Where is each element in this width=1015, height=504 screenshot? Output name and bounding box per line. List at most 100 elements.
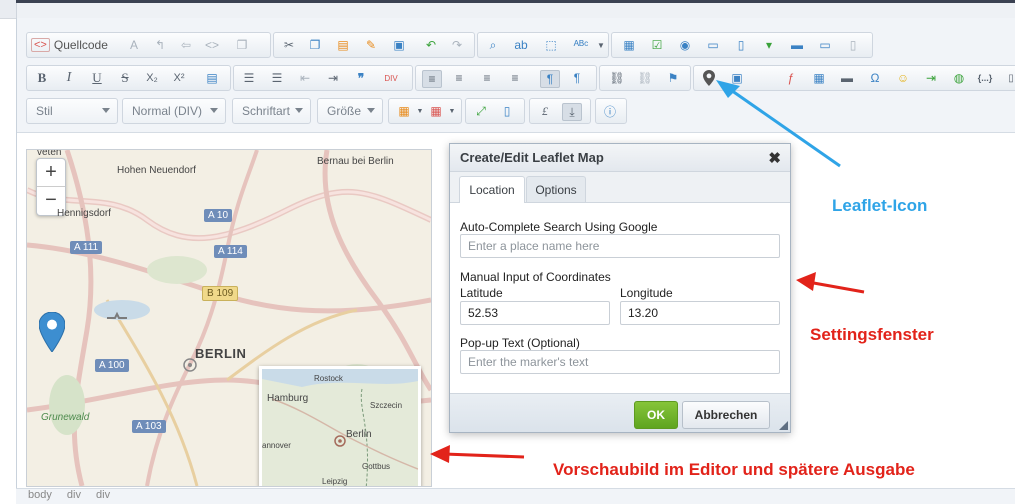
redo-icon[interactable]: ↷: [448, 37, 466, 53]
manual-coordinates-label: Manual Input of Coordinates: [460, 270, 611, 284]
imagebutton-icon[interactable]: ▭: [816, 37, 834, 53]
ok-button[interactable]: OK: [634, 401, 678, 429]
dialog-title-bar[interactable]: Create/Edit Leaflet Map ✖: [450, 144, 790, 172]
map-label-grunewald: Grunewald: [41, 412, 90, 423]
select-all-icon[interactable]: ⬚: [542, 37, 560, 53]
paste-icon[interactable]: ▤: [334, 37, 352, 53]
maximize-icon[interactable]: ⤢: [472, 103, 490, 119]
close-icon[interactable]: ✖: [768, 149, 781, 167]
spellcheck-dropdown-icon[interactable]: ▼: [592, 37, 610, 53]
align-left-icon[interactable]: ≡: [422, 70, 442, 88]
font-select[interactable]: Schriftart: [232, 98, 311, 124]
select-icon[interactable]: ▾: [760, 37, 778, 53]
special-char-button[interactable]: Ω: [866, 70, 884, 86]
subscript-button[interactable]: X₂: [143, 70, 161, 86]
dialog-tabs: Location Options: [450, 172, 790, 203]
path-item-div-2[interactable]: div: [96, 489, 110, 501]
find-icon[interactable]: ⌕: [484, 37, 502, 53]
show-blocks-icon[interactable]: ▯: [498, 103, 516, 119]
horizontal-rule-icon[interactable]: ▬: [838, 70, 856, 86]
flash-icon[interactable]: ƒ: [782, 70, 800, 86]
code-gray-icon[interactable]: <>: [203, 37, 221, 53]
resize-grip-icon[interactable]: [779, 421, 788, 430]
latitude-field[interactable]: [460, 301, 610, 325]
align-center-icon[interactable]: ≡: [450, 70, 468, 86]
replace-icon[interactable]: ab: [512, 37, 530, 53]
textfield-icon[interactable]: ▭: [704, 37, 722, 53]
path-item-div[interactable]: div: [67, 489, 81, 501]
remove-format-icon[interactable]: ▤: [203, 70, 221, 86]
button-icon[interactable]: ▬: [788, 37, 806, 53]
form-icon[interactable]: ▦: [620, 37, 638, 53]
cut-gray-icon[interactable]: ⇦: [177, 37, 195, 53]
link-icon[interactable]: ⛓: [608, 70, 626, 86]
blockquote-button[interactable]: ❞: [352, 70, 370, 86]
zoom-in-button[interactable]: +: [37, 159, 65, 186]
cancel-button[interactable]: Abbrechen: [682, 401, 770, 429]
table-icon[interactable]: ▦: [810, 70, 828, 86]
tab-options[interactable]: Options: [526, 176, 586, 202]
superscript-button[interactable]: X²: [170, 70, 188, 86]
italic-button[interactable]: I: [60, 70, 78, 86]
rtl-icon[interactable]: ¶: [568, 70, 586, 86]
copy-icon[interactable]: ❐: [306, 37, 324, 53]
bulleted-list-icon[interactable]: ☰: [268, 70, 286, 86]
checkbox-icon[interactable]: ☑: [648, 37, 666, 53]
creatediv-icon[interactable]: DIV: [382, 70, 400, 86]
toolbar-group-paragraph: ☰ ☰ ⇤ ⇥ ❞ DIV: [233, 65, 413, 91]
iframe-icon[interactable]: ◍: [950, 70, 968, 86]
toolbar-group-clipboard: ✂ ❐ ▤ ✎ ▣ ↶ ↷: [273, 32, 475, 58]
pagebreak-icon[interactable]: ⇥: [922, 70, 940, 86]
indent-icon[interactable]: ⇥: [324, 70, 342, 86]
image-icon[interactable]: ▣: [728, 70, 746, 86]
formula-icon[interactable]: £: [536, 103, 554, 119]
leaflet-map-icon[interactable]: [700, 70, 718, 86]
spellcheck-icon[interactable]: ᴬᴮᶜ: [572, 37, 590, 53]
textarea-icon[interactable]: ▯: [732, 37, 750, 53]
align-right-icon[interactable]: ≡: [478, 70, 496, 86]
save-icon[interactable]: ⤓: [562, 103, 582, 121]
longitude-label: Longitude: [620, 286, 673, 300]
toolbar-group-links: ⛓ ⛓ ⚑: [599, 65, 691, 91]
paste-word-icon[interactable]: ▣: [390, 37, 408, 53]
copy-gray-icon[interactable]: ❐: [233, 37, 251, 53]
path-item-body[interactable]: body: [28, 489, 52, 501]
templates-icon[interactable]: A: [125, 37, 143, 53]
outdent-icon[interactable]: ⇤: [296, 70, 314, 86]
about-icon[interactable]: ⓘ: [601, 103, 619, 119]
toolbar-group-basicstyles: B I U S X₂ X² ▤: [26, 65, 231, 91]
format-select[interactable]: Normal (DIV): [122, 98, 226, 124]
mathjax-icon[interactable]: ▯: [1002, 70, 1015, 86]
toolbar-group-about: ⓘ: [595, 98, 627, 124]
numbered-list-icon[interactable]: ☰: [240, 70, 258, 86]
cut-icon[interactable]: ✂: [280, 37, 298, 53]
smiley-icon[interactable]: ☺: [894, 70, 912, 86]
strike-button[interactable]: S: [116, 70, 134, 86]
ltr-icon[interactable]: ¶: [540, 70, 560, 88]
minimap-tiles: [262, 369, 418, 486]
paste-text-icon[interactable]: ✎: [362, 37, 380, 53]
undo-icon[interactable]: ↶: [422, 37, 440, 53]
radio-icon[interactable]: ◉: [676, 37, 694, 53]
style-select[interactable]: Stil: [26, 98, 118, 124]
editor-content[interactable]: + − veten Bernau bei Berlin Hohen Neuend…: [17, 133, 1015, 487]
unlink-icon[interactable]: ⛓: [636, 70, 654, 86]
underline-button[interactable]: U: [88, 70, 106, 86]
overview-minimap[interactable]: Rostock Hamburg Szczecin Berlin annover …: [259, 366, 421, 486]
tab-location[interactable]: Location: [459, 176, 525, 203]
map-marker-icon[interactable]: [39, 312, 65, 352]
hidden-field-icon[interactable]: ▯: [844, 37, 862, 53]
table-dropdown-icon[interactable]: ▼: [443, 103, 461, 119]
longitude-field[interactable]: [620, 301, 780, 325]
bold-button[interactable]: B: [33, 70, 51, 86]
place-search-input[interactable]: [460, 234, 780, 258]
align-justify-icon[interactable]: ≡: [506, 70, 524, 86]
size-select[interactable]: Größe: [317, 98, 383, 124]
popup-text-input[interactable]: [460, 350, 780, 374]
toolbar-group-insert: ▣ ƒ ▦ ▬ Ω ☺ ⇥ ◍ {...} ▯: [693, 65, 1015, 91]
source-button[interactable]: <> Quellcode: [27, 37, 108, 53]
undo-gray-icon[interactable]: ↰: [151, 37, 169, 53]
leaflet-map-preview[interactable]: + − veten Bernau bei Berlin Hohen Neuend…: [26, 149, 432, 487]
anchor-icon[interactable]: ⚑: [664, 70, 682, 86]
code-snippet-button[interactable]: {...}: [976, 70, 994, 86]
